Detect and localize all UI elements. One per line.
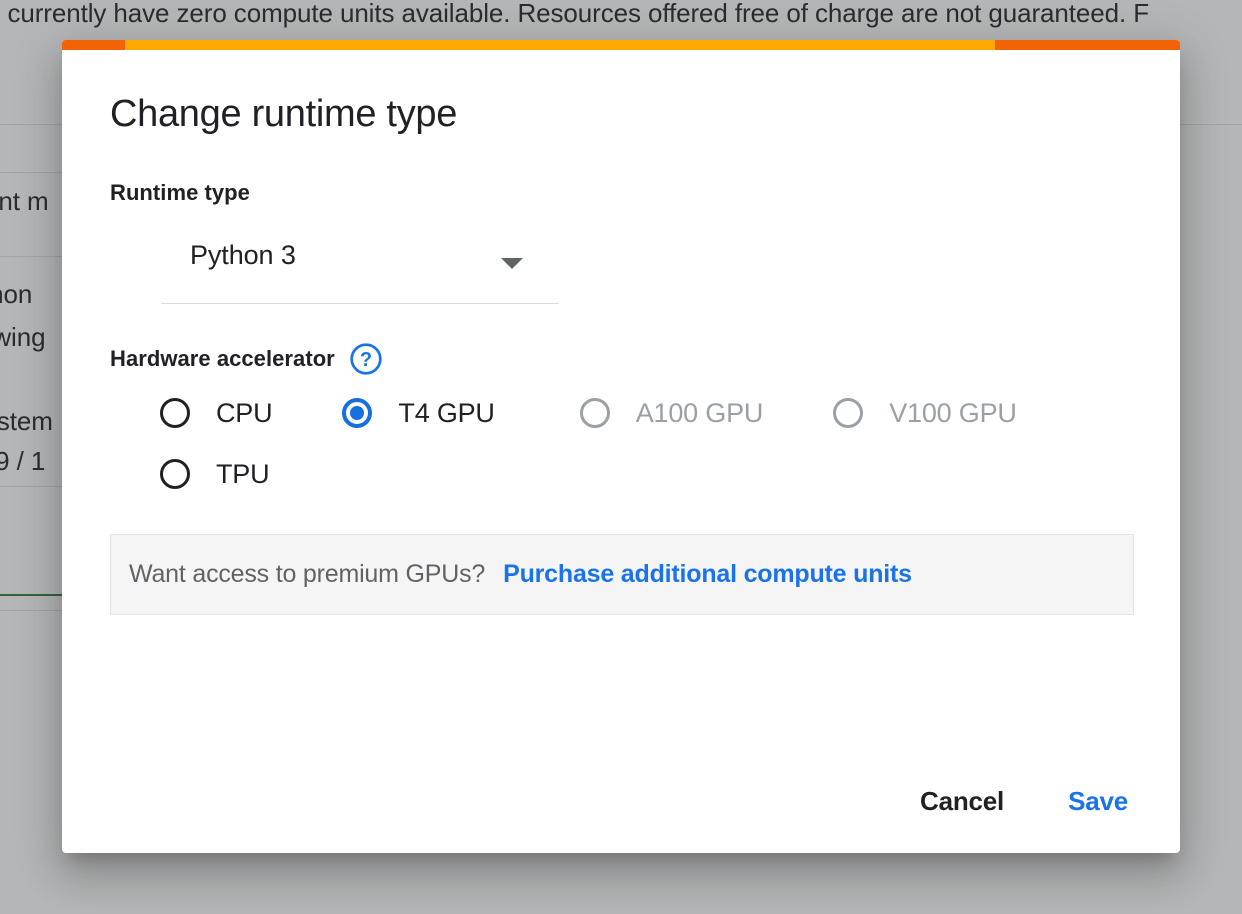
runtime-type-label: Runtime type [110, 180, 1132, 206]
hardware-accelerator-options-row-1: CPU T4 GPU A100 GPU V100 GPU [110, 398, 1132, 429]
radio-option-v100-gpu: V100 GPU [833, 398, 1016, 429]
hardware-accelerator-label: Hardware accelerator [110, 346, 335, 372]
progress-segment-right [995, 40, 1180, 50]
radio-mark-tpu[interactable] [160, 459, 190, 489]
save-button[interactable]: Save [1064, 780, 1132, 823]
premium-gpu-banner-text: Want access to premium GPUs? [129, 560, 485, 589]
runtime-type-selected-value: Python 3 [190, 240, 296, 271]
purchase-compute-units-link[interactable]: Purchase additional compute units [503, 560, 912, 589]
radio-label-tpu: TPU [216, 459, 269, 490]
premium-gpu-banner: Want access to premium GPUs? Purchase ad… [110, 534, 1134, 615]
dialog-footer: Cancel Save [916, 780, 1132, 823]
radio-option-tpu[interactable]: TPU [160, 459, 269, 490]
radio-mark-v100-gpu [833, 398, 863, 428]
change-runtime-type-dialog: Change runtime type Runtime type Python … [62, 40, 1180, 853]
radio-mark-t4-gpu[interactable] [342, 398, 372, 428]
progress-segment-left [62, 40, 125, 50]
background-fragment: ystem [0, 406, 53, 437]
radio-label-t4-gpu: T4 GPU [398, 398, 494, 429]
radio-option-a100-gpu: A100 GPU [580, 398, 763, 429]
help-circle-icon[interactable]: ? [349, 342, 383, 376]
background-divider [0, 610, 70, 611]
background-accent-rule [0, 594, 62, 596]
dialog-body: Change runtime type Runtime type Python … [62, 50, 1180, 853]
background-divider [0, 256, 70, 257]
background-divider [0, 172, 70, 173]
radio-option-t4-gpu[interactable]: T4 GPU [342, 398, 494, 429]
chevron-down-icon [501, 258, 523, 269]
radio-label-cpu: CPU [216, 398, 272, 429]
background-fragment: .9 / 1 [0, 446, 45, 477]
radio-mark-a100-gpu [580, 398, 610, 428]
radio-option-cpu[interactable]: CPU [160, 398, 272, 429]
radio-mark-cpu[interactable] [160, 398, 190, 428]
background-fragment: ant m [0, 186, 49, 217]
svg-text:?: ? [360, 349, 372, 371]
indeterminate-progress-bar [62, 40, 1180, 50]
background-divider [0, 486, 70, 487]
dialog-title: Change runtime type [110, 50, 1132, 136]
background-fragment: thon [0, 279, 32, 310]
background-fragment: owing [0, 322, 45, 353]
radio-label-v100-gpu: V100 GPU [889, 398, 1016, 429]
hardware-accelerator-header: Hardware accelerator ? [110, 342, 1132, 376]
runtime-type-select[interactable]: Python 3 [161, 232, 559, 304]
hardware-accelerator-options-row-2: TPU [110, 459, 1132, 490]
cancel-button[interactable]: Cancel [916, 780, 1008, 823]
radio-label-a100-gpu: A100 GPU [636, 398, 763, 429]
background-compute-notice: u currently have zero compute units avai… [0, 0, 1149, 29]
